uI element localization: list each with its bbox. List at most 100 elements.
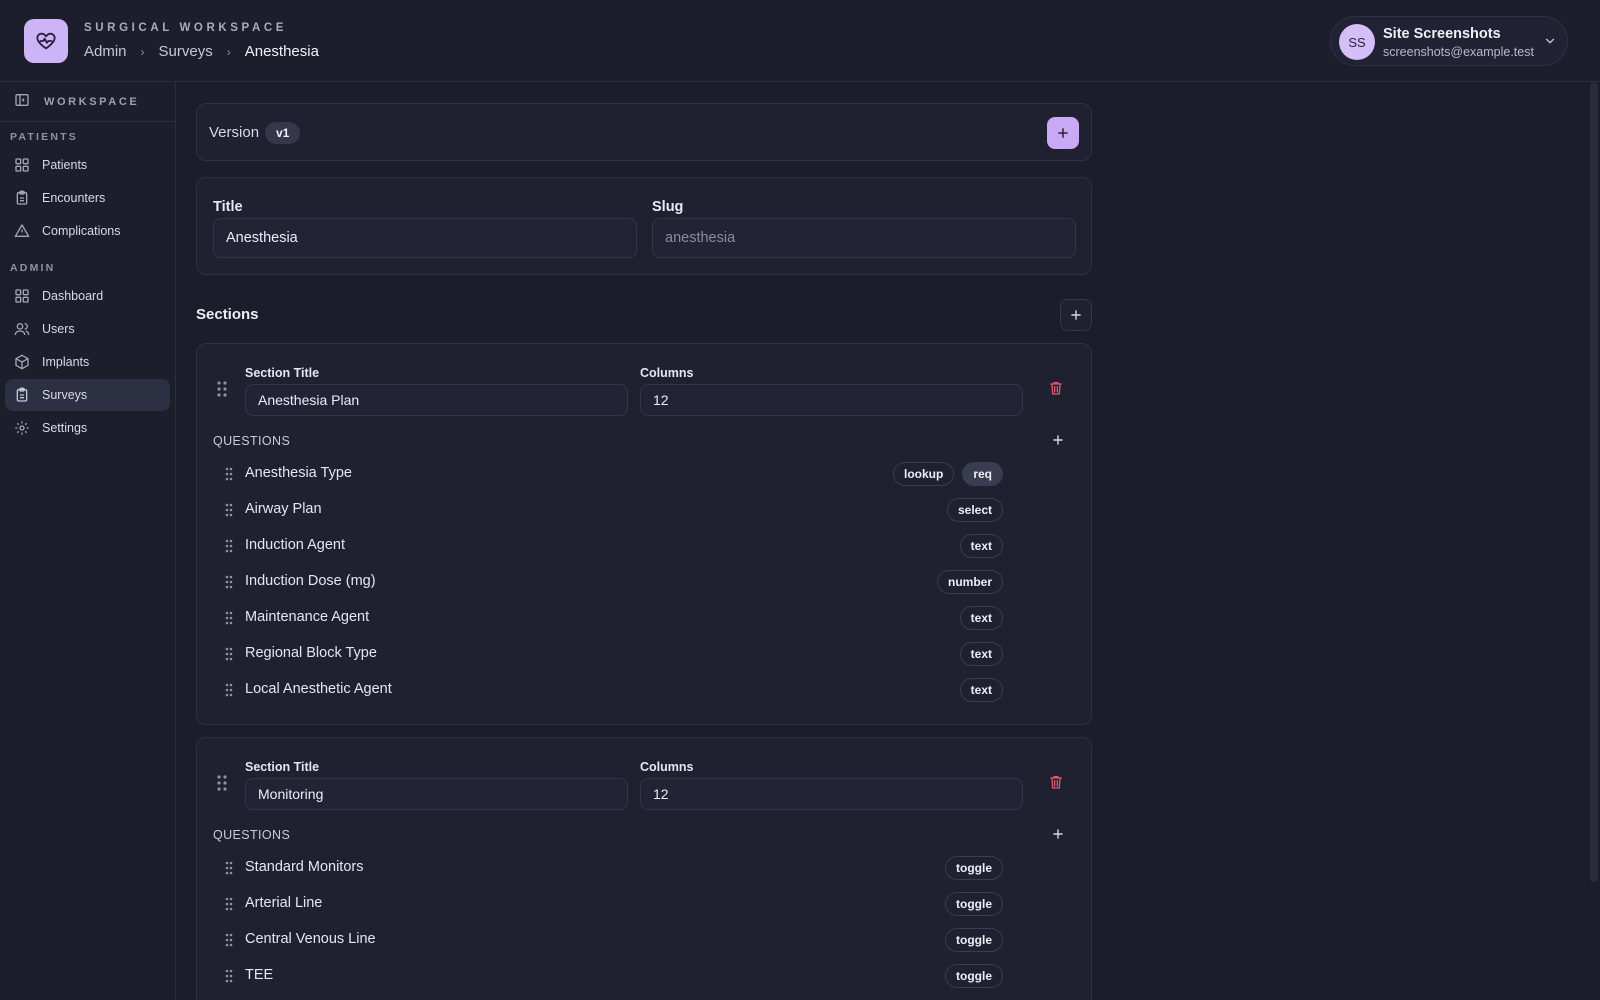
page-scrollbar[interactable]: [1590, 82, 1598, 882]
question-name: Induction Dose (mg): [245, 573, 376, 589]
question-name: Induction Agent: [245, 537, 345, 553]
type-badge: text: [959, 678, 1003, 702]
section-title-input[interactable]: Monitoring: [245, 778, 628, 810]
chevron-down-icon: [1543, 34, 1557, 51]
drag-handle-icon[interactable]: [225, 503, 233, 520]
grid-icon: [13, 287, 31, 305]
question-tags: number: [936, 570, 1003, 594]
sidebar-group-admin: ADMIN: [10, 262, 56, 274]
sidebar-item-patients[interactable]: Patients: [5, 149, 170, 181]
question-row[interactable]: Induction Agent text: [197, 528, 1091, 564]
breadcrumb-surveys[interactable]: Surveys: [159, 43, 213, 60]
drag-handle-icon[interactable]: [217, 380, 227, 401]
question-name: TEE: [245, 967, 274, 983]
drag-handle-icon[interactable]: [225, 467, 233, 484]
question-row[interactable]: Local Anesthetic Agent text: [197, 672, 1091, 708]
title-input[interactable]: Anesthesia: [213, 218, 637, 258]
sidebar-item-label: Surveys: [42, 388, 88, 402]
delete-section-icon[interactable]: [1048, 379, 1064, 400]
version-card: Version v1: [196, 103, 1092, 161]
question-tags: toggle: [945, 892, 1003, 916]
type-badge: text: [959, 642, 1003, 666]
type-badge: text: [959, 534, 1003, 558]
drag-handle-icon[interactable]: [225, 611, 233, 628]
type-badge: toggle: [945, 964, 1003, 988]
drag-handle-icon[interactable]: [225, 969, 233, 986]
question-row[interactable]: Airway Plan select: [197, 492, 1091, 528]
section-card: Section Title Monitoring Columns 12 QUES…: [196, 737, 1092, 1000]
question-name: Local Anesthetic Agent: [245, 681, 392, 697]
user-email: screenshots@example.test: [1383, 45, 1534, 59]
add-question-button[interactable]: [1051, 433, 1065, 450]
drag-handle-icon[interactable]: [225, 539, 233, 556]
question-row[interactable]: Anesthesia Type lookup req: [197, 456, 1091, 492]
sidebar-header: WORKSPACE: [0, 82, 175, 122]
drag-handle-icon[interactable]: [225, 861, 233, 878]
sidebar-item-dashboard[interactable]: Dashboard: [5, 280, 170, 312]
section-title-input[interactable]: Anesthesia Plan: [245, 384, 628, 416]
question-row[interactable]: TEE toggle: [197, 958, 1091, 994]
delete-section-icon[interactable]: [1048, 773, 1064, 794]
sidebar-item-implants[interactable]: Implants: [5, 346, 170, 378]
heart-pulse-logo-icon[interactable]: [24, 19, 68, 63]
sidebar-item-encounters[interactable]: Encounters: [5, 182, 170, 214]
type-badge: toggle: [945, 856, 1003, 880]
section-card: Section Title Anesthesia Plan Columns 12…: [196, 343, 1092, 725]
users-icon: [13, 320, 31, 338]
sidebar-group-patients: PATIENTS: [10, 131, 78, 143]
workspace-label: SURGICAL WORKSPACE: [84, 22, 288, 34]
chevron-right-icon: ›: [226, 44, 231, 59]
user-menu-button[interactable]: SS Site Screenshots screenshots@example.…: [1330, 16, 1568, 66]
question-row[interactable]: Central Venous Line toggle: [197, 922, 1091, 958]
sidebar-item-label: Implants: [42, 355, 90, 369]
sidebar-item-label: Complications: [42, 224, 121, 238]
question-row[interactable]: Standard Monitors toggle: [197, 850, 1091, 886]
sidebar-toggle-icon[interactable]: [14, 92, 30, 111]
top-header: SURGICAL WORKSPACE Admin › Surveys › Ane…: [0, 0, 1600, 82]
question-row[interactable]: Maintenance Agent text: [197, 600, 1091, 636]
version-badge[interactable]: v1: [265, 122, 301, 144]
question-row[interactable]: Arterial Line toggle: [197, 886, 1091, 922]
type-badge: number: [936, 570, 1003, 594]
survey-meta-card: Title Anesthesia Slug anesthesia: [196, 177, 1092, 275]
sidebar-item-complications[interactable]: Complications: [5, 215, 170, 247]
columns-input[interactable]: 12: [640, 384, 1023, 416]
drag-handle-icon[interactable]: [225, 647, 233, 664]
avatar: SS: [1339, 24, 1375, 60]
breadcrumb: Admin › Surveys › Anesthesia: [84, 43, 319, 60]
sidebar-title: WORKSPACE: [44, 95, 140, 108]
question-tags: lookup req: [892, 462, 1003, 486]
add-version-button[interactable]: [1047, 117, 1079, 149]
clipboard-icon: [13, 189, 31, 207]
clipboard-icon: [13, 386, 31, 404]
section-title-label: Section Title: [245, 366, 320, 380]
sidebar-item-label: Patients: [42, 158, 88, 172]
question-row[interactable]: Regional Block Type text: [197, 636, 1091, 672]
version-label: Version: [209, 124, 260, 141]
question-name: Regional Block Type: [245, 645, 377, 661]
drag-handle-icon[interactable]: [225, 683, 233, 700]
drag-handle-icon[interactable]: [225, 933, 233, 950]
sidebar-item-settings[interactable]: Settings: [5, 412, 170, 444]
grid-icon: [13, 156, 31, 174]
question-tags: text: [959, 534, 1003, 558]
drag-handle-icon[interactable]: [225, 575, 233, 592]
sidebar-item-label: Dashboard: [42, 289, 104, 303]
slug-input[interactable]: anesthesia: [652, 218, 1076, 258]
questions-heading: QUESTIONS: [213, 828, 291, 842]
question-name: Maintenance Agent: [245, 609, 370, 625]
question-tags: toggle: [945, 928, 1003, 952]
question-row[interactable]: Induction Dose (mg) number: [197, 564, 1091, 600]
add-question-button[interactable]: [1051, 827, 1065, 844]
columns-input[interactable]: 12: [640, 778, 1023, 810]
drag-handle-icon[interactable]: [217, 774, 227, 795]
chevron-right-icon: ›: [140, 44, 145, 59]
sidebar-item-surveys[interactable]: Surveys: [5, 379, 170, 411]
drag-handle-icon[interactable]: [225, 897, 233, 914]
breadcrumb-admin[interactable]: Admin: [84, 43, 127, 60]
add-section-button[interactable]: [1060, 299, 1092, 331]
type-badge: select: [946, 498, 1003, 522]
question-tags: toggle: [945, 964, 1003, 988]
sidebar-item-users[interactable]: Users: [5, 313, 170, 345]
plus-icon: [1053, 829, 1063, 839]
